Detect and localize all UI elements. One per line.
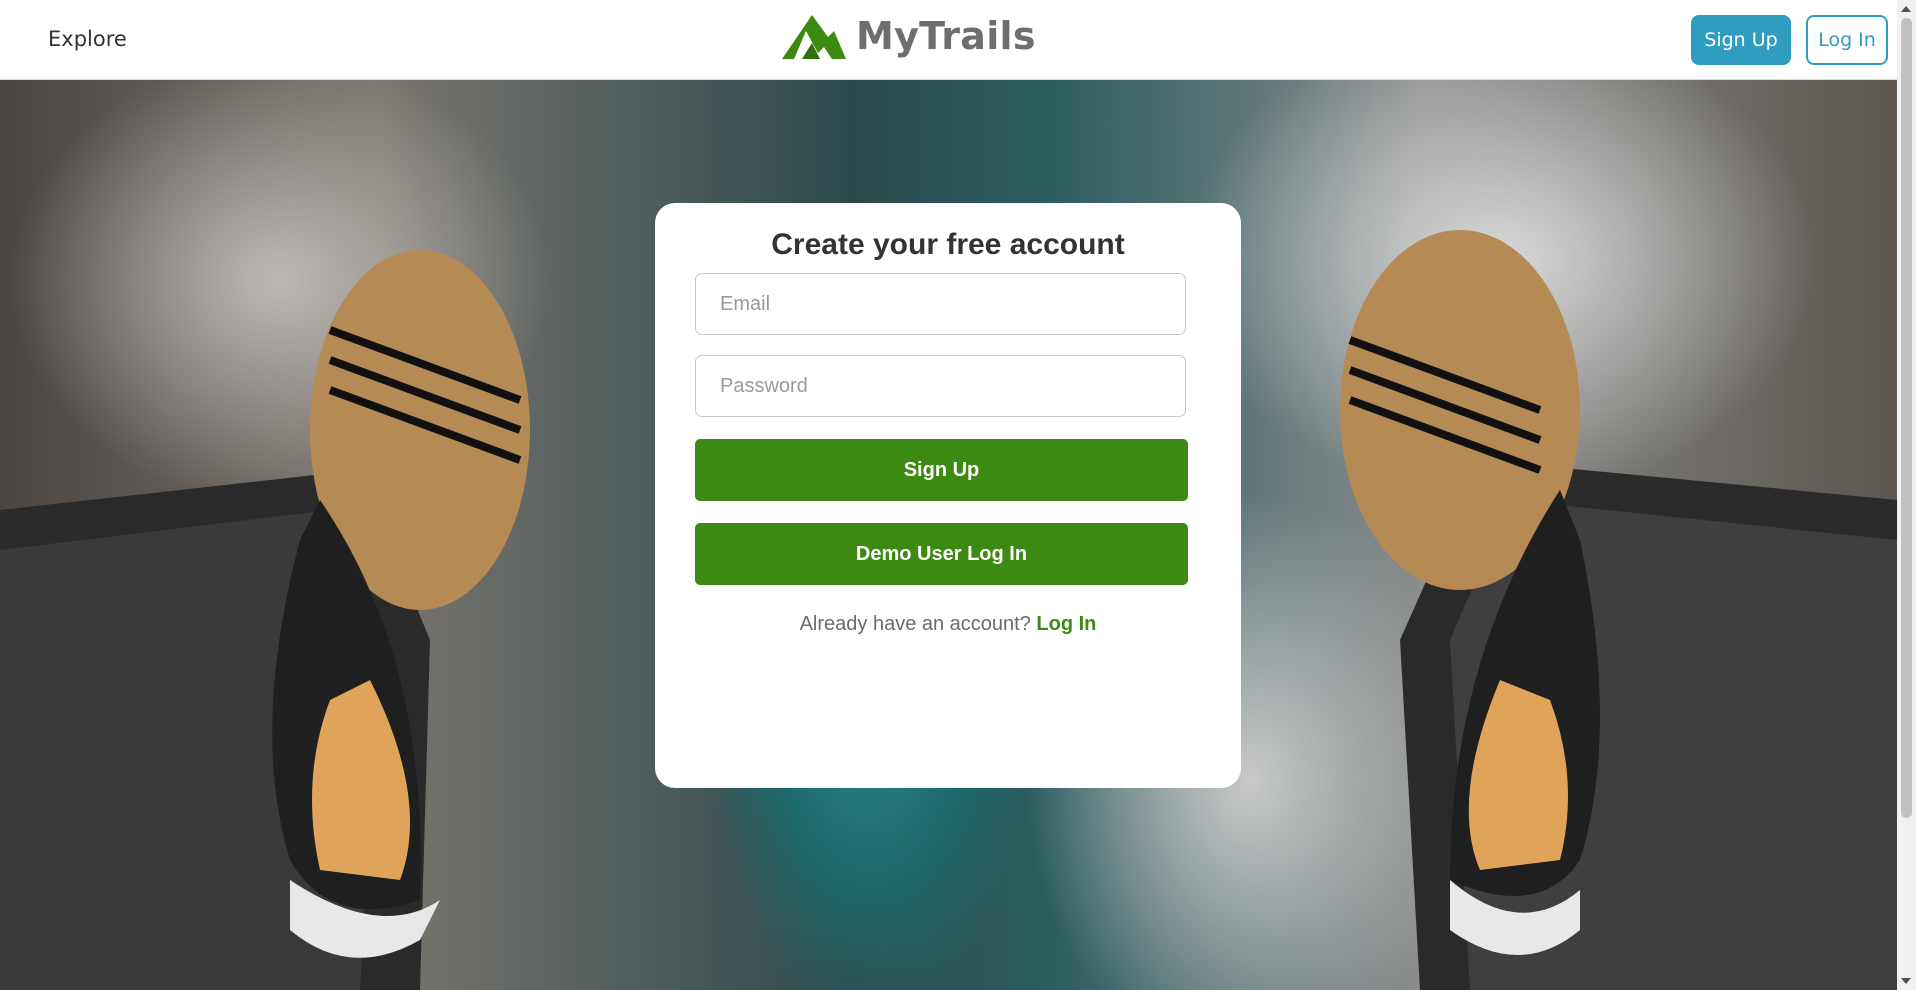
signup-button[interactable]: Sign Up [695, 439, 1188, 501]
header-signup-button[interactable]: Sign Up [1691, 15, 1791, 65]
scroll-down-arrow-icon[interactable] [1901, 978, 1911, 984]
scrollbar[interactable] [1897, 0, 1916, 990]
brand-logo[interactable]: MyTrails [782, 12, 1036, 60]
top-nav: Explore MyTrails Sign Up Log In [0, 0, 1897, 80]
page-title: Create your free account [771, 228, 1125, 261]
email-field[interactable] [695, 273, 1186, 335]
mountain-icon [782, 15, 846, 59]
login-prompt: Already have an account? Log In [655, 613, 1241, 636]
scroll-thumb[interactable] [1901, 18, 1912, 818]
scroll-up-arrow-icon[interactable] [1901, 6, 1911, 12]
signup-card: Create your free account Sign Up Demo Us… [655, 203, 1241, 788]
brand-name: MyTrails [856, 14, 1036, 58]
demo-login-button[interactable]: Demo User Log In [695, 523, 1188, 585]
login-link[interactable]: Log In [1036, 613, 1096, 635]
explore-link[interactable]: Explore [48, 27, 127, 51]
password-field[interactable] [695, 355, 1186, 417]
header-login-button[interactable]: Log In [1806, 15, 1888, 65]
login-prompt-text: Already have an account? [799, 613, 1031, 635]
